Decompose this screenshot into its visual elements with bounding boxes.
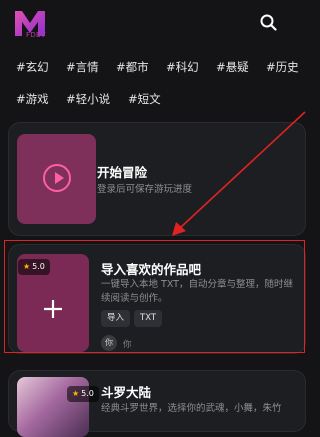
rating-badge: ★ 5.0 [67, 386, 99, 402]
import-title: 导入喜欢的作品吧 [101, 262, 202, 277]
rating-value: 5.0 [32, 262, 45, 271]
chip-import: 导入 [101, 310, 131, 327]
start-adventure-card[interactable]: 开始冒险 登录后可保存游玩进度 [8, 122, 306, 236]
tag-qingxiaoshuo[interactable]: #轻小说 [66, 91, 110, 107]
tag-xuanyi[interactable]: #悬疑 [216, 59, 249, 75]
import-work-card[interactable]: ★ 5.0 导入喜欢的作品吧 一键导入本地 TXT，自动分章与整理，随时继续阅读与… [8, 244, 306, 354]
tag-dushi[interactable]: #都市 [116, 59, 149, 75]
plus-icon [44, 300, 62, 318]
avatar: 你 [101, 335, 117, 351]
app-header: FDEV [0, 0, 311, 46]
import-thumbnail: ★ 5.0 [17, 254, 89, 352]
search-button[interactable] [256, 10, 282, 36]
star-icon: ★ [72, 389, 80, 398]
star-icon: ★ [23, 262, 31, 271]
start-thumbnail [17, 134, 96, 224]
tag-xuanhuan[interactable]: #玄幻 [16, 59, 49, 75]
import-description: 一键导入本地 TXT，自动分章与整理，随时继续阅读与创作。 [101, 279, 293, 304]
chip-txt: TXT [134, 310, 163, 327]
story-thumbnail: ★ 5.0 [17, 377, 99, 437]
tag-kehuan[interactable]: #科幻 [166, 59, 199, 75]
story-description: 经典斗罗世界，选择你的武魂，小舞，朱竹 [101, 403, 282, 414]
author-name: 你 [123, 340, 132, 350]
tag-lishi[interactable]: #历史 [266, 59, 299, 75]
search-icon [260, 14, 277, 31]
story-card-douluo[interactable]: ★ 5.0 斗罗大陆 经典斗罗世界，选择你的武魂，小舞，朱竹 [8, 370, 306, 437]
tag-yanqing[interactable]: #言情 [66, 59, 99, 75]
story-title: 斗罗大陆 [101, 385, 152, 400]
rating-badge: ★ 5.0 [18, 259, 50, 275]
logo-subtext: FDEV [26, 31, 46, 39]
start-title: 开始冒险 [97, 165, 148, 180]
play-icon [43, 164, 71, 192]
tag-youxi[interactable]: #游戏 [16, 91, 49, 107]
rating-value: 5.0 [81, 389, 94, 398]
start-subtitle: 登录后可保存游玩进度 [97, 184, 193, 195]
tag-duanwen[interactable]: #短文 [128, 91, 161, 107]
